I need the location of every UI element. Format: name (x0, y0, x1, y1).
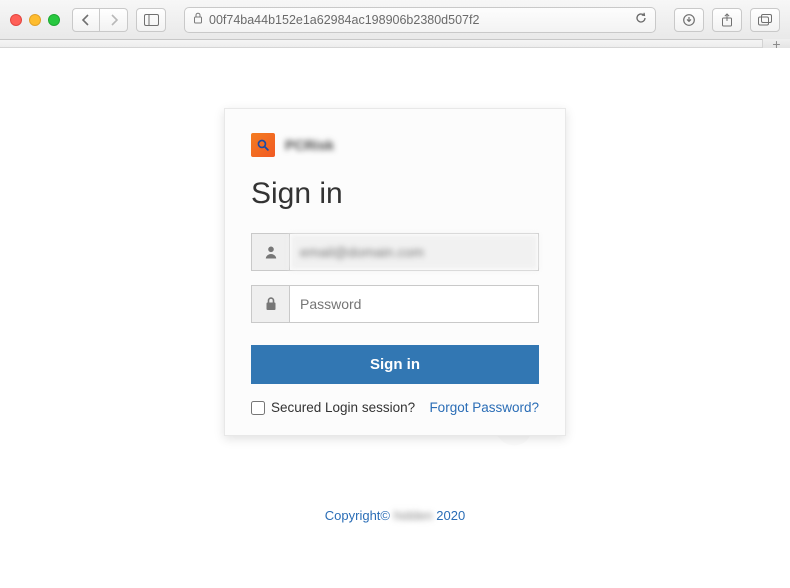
username-field-wrapper (251, 233, 539, 271)
footer-owner: hidden (394, 508, 433, 523)
footer: Copyright© hidden 2020 (0, 508, 790, 523)
secured-login-checkbox[interactable] (251, 401, 265, 415)
close-window-button[interactable] (10, 14, 22, 26)
signin-button[interactable]: Sign in (251, 345, 539, 384)
brand-name: PCRisk (285, 137, 334, 153)
password-field-wrapper (251, 285, 539, 323)
username-input[interactable] (290, 234, 538, 270)
below-signin-row: Secured Login session? Forgot Password? (251, 400, 539, 415)
window-controls (10, 14, 60, 26)
secured-login-checkbox-wrapper[interactable]: Secured Login session? (251, 400, 415, 415)
brand-logo (251, 133, 275, 157)
zoom-window-button[interactable] (48, 14, 60, 26)
signin-card: PCRisk Sign in Sign in Secured Login ses… (224, 108, 566, 436)
lock-icon (252, 286, 290, 322)
signin-heading: Sign in (251, 177, 539, 211)
share-button[interactable] (712, 8, 742, 32)
secured-login-label: Secured Login session? (271, 400, 415, 415)
forward-button[interactable] (100, 8, 128, 32)
password-input[interactable] (290, 286, 538, 322)
downloads-button[interactable] (674, 8, 704, 32)
footer-year: 2020 (436, 508, 465, 523)
browser-toolbar: 00f74ba44b152e1a62984ac198906b2380d507f2 (0, 0, 790, 40)
new-tab-button[interactable]: + (762, 39, 790, 48)
back-button[interactable] (72, 8, 100, 32)
brand-row: PCRisk (251, 133, 539, 157)
forgot-password-link[interactable]: Forgot Password? (429, 400, 539, 415)
minimize-window-button[interactable] (29, 14, 41, 26)
nav-back-forward (72, 8, 128, 32)
tabs-button[interactable] (750, 8, 780, 32)
sidebar-toggle-button[interactable] (136, 8, 166, 32)
footer-copyright: Copyright© (325, 508, 390, 523)
reload-icon[interactable] (635, 12, 647, 27)
tab-strip: + (0, 40, 790, 48)
user-icon (252, 234, 290, 270)
page-viewport: PCRisk Sign in Sign in Secured Login ses… (0, 48, 790, 588)
url-text: 00f74ba44b152e1a62984ac198906b2380d507f2 (209, 13, 629, 27)
address-bar[interactable]: 00f74ba44b152e1a62984ac198906b2380d507f2 (184, 7, 656, 33)
lock-icon (193, 12, 203, 27)
